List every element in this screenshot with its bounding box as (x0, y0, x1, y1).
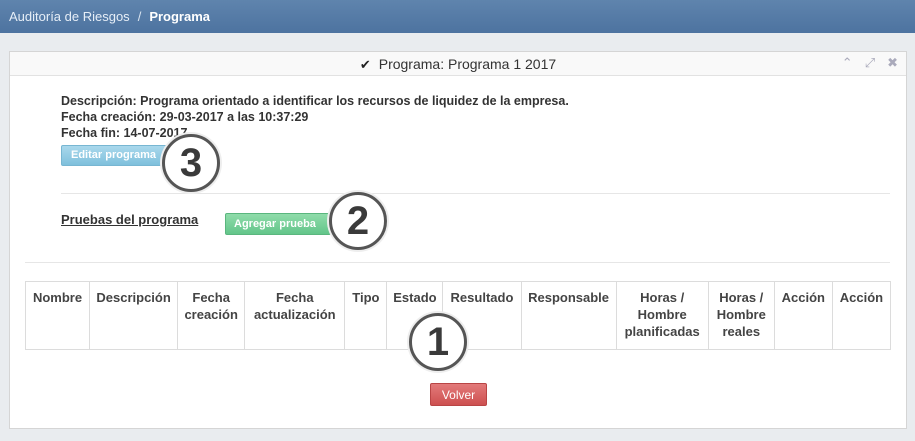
panel-tools: ⌃ ⤢ ✖ (842, 55, 898, 71)
column-header-text: creación (184, 307, 238, 322)
program-created-date: Fecha creación: 29-03-2017 a las 10:37:2… (61, 110, 309, 124)
breadcrumb-parent-link[interactable]: Auditoría de Riesgos (9, 9, 130, 24)
column-header-text: Horas / (719, 290, 764, 305)
column-header: Fecha creación (177, 281, 246, 350)
callout-badge-3: 3 (162, 134, 220, 192)
column-header-text: Tipo (352, 290, 380, 305)
program-tests-label: Pruebas del programa (61, 212, 199, 227)
column-header-text: Fecha (192, 290, 230, 305)
column-header-text: planificadas (624, 324, 700, 339)
column-header: Acción (831, 281, 892, 350)
panel-title: ✔ Programa: Programa 1 2017 (10, 56, 906, 73)
divider (61, 193, 890, 194)
program-panel: ✔ Programa: Programa 1 2017 ⌃ ⤢ ✖ Descrip… (9, 51, 907, 429)
column-header: Descripción (89, 281, 179, 350)
column-header-text: reales (722, 324, 761, 339)
column-header: Horas / Hombre reales (707, 281, 775, 350)
column-header-text: Hombre (716, 307, 766, 322)
column-header: Nombre (24, 281, 91, 350)
program-end-date: Fecha fin: 14-07-2017 (61, 126, 188, 140)
column-header-text: Acción (781, 290, 825, 305)
check-icon: ✔ (359, 57, 371, 72)
expand-icon[interactable]: ⤢ (865, 55, 875, 71)
breadcrumb-current: Programa (149, 9, 211, 24)
column-header: Acción (773, 281, 833, 350)
breadcrumb: Auditoría de Riesgos / Programa (0, 0, 915, 33)
column-header-text: Estado (393, 290, 437, 305)
column-header: Tipo (344, 281, 388, 350)
column-header-text: Horas / (640, 290, 685, 305)
column-header-text: Hombre (637, 307, 687, 322)
back-button[interactable]: Volver (430, 383, 487, 406)
column-header: Responsable (520, 281, 617, 350)
column-header-text: Responsable (528, 290, 610, 305)
edit-program-button[interactable]: Editar programa (61, 145, 173, 166)
column-header-text: Nombre (32, 290, 83, 305)
column-header-text: Fecha (275, 290, 314, 305)
column-header-text: Descripción (96, 290, 171, 305)
breadcrumb-separator: / (137, 9, 142, 24)
panel-title-text: Programa: Programa 1 2017 (378, 56, 557, 72)
close-icon[interactable]: ✖ (887, 55, 898, 71)
program-info: Descripción: Programa orientado a identi… (61, 93, 569, 141)
collapse-icon[interactable]: ⌃ (842, 55, 853, 71)
column-header-text: Acción (839, 290, 884, 305)
panel-header: ✔ Programa: Programa 1 2017 ⌃ ⤢ ✖ (10, 52, 906, 76)
column-header-text: Resultado (450, 290, 514, 305)
column-header-text: actualización (253, 307, 336, 322)
add-test-button[interactable]: Agregar prueba (225, 213, 331, 235)
callout-badge-1: 1 (409, 313, 467, 371)
program-description: Descripción: Programa orientado a identi… (61, 94, 569, 108)
column-header: Fecha actualización (244, 281, 346, 350)
divider (25, 262, 890, 263)
callout-badge-2: 2 (329, 192, 387, 250)
column-header: Horas / Hombre planificadas (615, 281, 709, 350)
